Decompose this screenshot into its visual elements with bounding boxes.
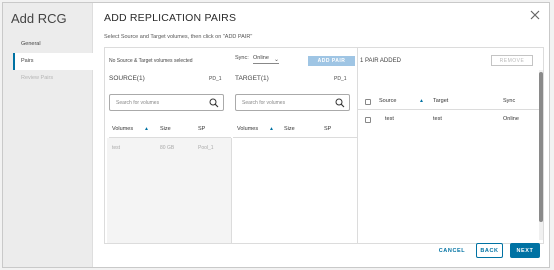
search-icon[interactable] <box>209 98 219 108</box>
sync-label: Sync: <box>235 55 249 61</box>
divider <box>357 48 358 243</box>
table-row[interactable]: test 80 GB Pool_1 <box>109 145 231 153</box>
target-col-size[interactable]: Size <box>284 126 295 132</box>
sort-icon[interactable]: ▲ <box>144 126 149 132</box>
source-table-header: Volumes ▲ Size SP <box>109 124 231 138</box>
pairs-table-header: Source ▲ Target Sync <box>357 94 544 110</box>
scrollbar[interactable] <box>539 70 543 240</box>
source-search-input[interactable] <box>116 98 206 108</box>
row-checkbox[interactable] <box>365 117 371 123</box>
source-col-volumes[interactable]: Volumes <box>112 126 133 132</box>
target-search[interactable] <box>235 94 350 111</box>
table-row[interactable]: test test Online <box>357 115 544 125</box>
step-review-pairs: Review Pairs <box>21 75 54 81</box>
add-pair-button[interactable]: ADD PAIR <box>308 56 355 66</box>
next-button[interactable]: NEXT <box>510 243 540 258</box>
cancel-button[interactable]: CANCEL <box>437 243 467 258</box>
close-icon[interactable] <box>529 9 541 21</box>
source-row-sp: Pool_1 <box>198 145 214 151</box>
source-row-volume: test <box>112 145 121 151</box>
source-volume-list <box>107 138 231 243</box>
search-icon[interactable] <box>335 98 345 108</box>
pairs-col-source[interactable]: Source <box>379 98 396 104</box>
back-button[interactable]: BACK <box>476 243 503 258</box>
source-col-sp[interactable]: SP <box>198 126 205 132</box>
pairs-col-target[interactable]: Target <box>433 98 448 104</box>
source-col-size[interactable]: Size <box>160 126 171 132</box>
divider <box>231 138 232 243</box>
wizard-sidebar: Add RCG General Pairs Review Pairs <box>3 3 93 267</box>
scrollbar-thumb[interactable] <box>539 72 543 222</box>
pairs-added-count: 1 PAIR ADDED <box>360 58 401 64</box>
sync-select-value: Online <box>253 55 269 61</box>
wizard-steps: General Pairs Review Pairs <box>13 36 93 87</box>
target-col-sp[interactable]: SP <box>324 126 331 132</box>
target-search-input[interactable] <box>242 98 332 108</box>
target-pd: PD_1 <box>334 76 347 82</box>
target-title: TARGET(1) <box>235 75 269 82</box>
sort-icon[interactable]: ▲ <box>419 98 424 104</box>
selection-status: No Source & Target volumes selected <box>109 58 193 64</box>
target-col-volumes[interactable]: Volumes <box>237 126 258 132</box>
page-title: ADD REPLICATION PAIRS <box>104 12 237 24</box>
pair-source: test <box>385 116 394 122</box>
pair-target: test <box>433 116 442 122</box>
pairs-col-sync[interactable]: Sync <box>503 98 515 104</box>
sync-select[interactable]: Online ⌄ <box>253 55 279 64</box>
step-general[interactable]: General <box>13 36 93 53</box>
source-row-size: 80 GB <box>160 145 175 151</box>
add-rcg-wizard: Add RCG General Pairs Review Pairs ADD R… <box>2 2 550 268</box>
source-search[interactable] <box>109 94 224 111</box>
sort-icon[interactable]: ▲ <box>269 126 274 132</box>
chevron-down-icon: ⌄ <box>273 57 279 63</box>
pair-sync: Online <box>503 116 519 122</box>
source-title: SOURCE(1) <box>109 75 145 82</box>
select-all-checkbox[interactable] <box>365 99 371 105</box>
step-pairs[interactable]: Pairs <box>13 53 93 70</box>
remove-button[interactable]: REMOVE <box>491 55 533 66</box>
instruction-text: Select Source and Target volumes, then c… <box>104 34 253 40</box>
wizard-title: Add RCG <box>11 11 67 26</box>
source-pd: PD_1 <box>209 76 222 82</box>
pairs-panel: No Source & Target volumes selected Sync… <box>104 47 544 244</box>
target-table-header: Volumes ▲ Size SP <box>233 124 357 138</box>
